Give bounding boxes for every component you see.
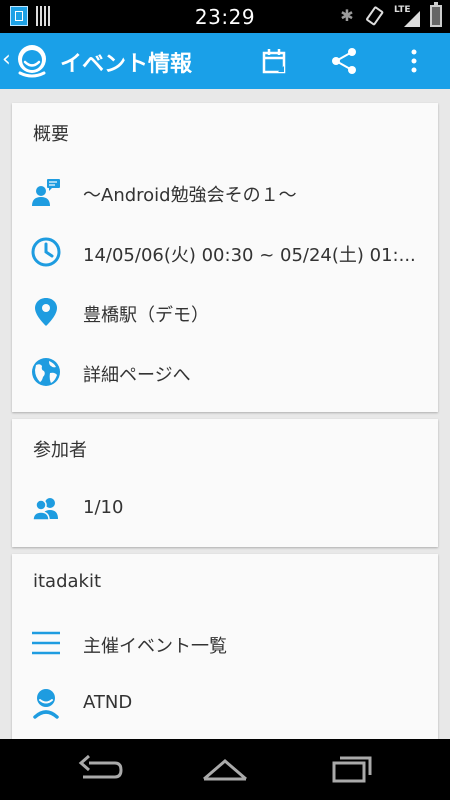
atnd-label: ATND [83, 692, 133, 713]
back-icon[interactable]: ‹ [2, 47, 11, 72]
event-location-row[interactable]: 豊橋駅（デモ） [12, 283, 438, 343]
chat-person-icon [32, 179, 60, 206]
app-logo-icon[interactable] [14, 43, 50, 79]
event-name: ～Android勉強会その１～ [83, 185, 297, 206]
event-datetime-row[interactable]: 14/05/06(火) 00:30 ~ 05/24(土) 01:... [12, 223, 438, 283]
clock-icon [31, 237, 61, 267]
content-scroll[interactable]: 概要 ～Android勉強会その１～ 14/05/06(火) 00:30 ~ 0… [0, 89, 450, 739]
calendar-icon[interactable] [258, 45, 290, 77]
back-nav-icon[interactable] [75, 753, 125, 785]
organizer-events-row[interactable]: 主催イベント一覧 [12, 614, 438, 674]
home-nav-icon[interactable] [200, 753, 250, 785]
rotation-icon [364, 6, 384, 26]
overview-title: 概要 [33, 124, 69, 145]
participants-row[interactable]: 1/10 [12, 479, 438, 539]
participants-title: 参加者 [33, 440, 87, 461]
organizer-title: itadakit [33, 571, 102, 592]
status-bar: 23:29 ✱ LTE [0, 0, 450, 33]
event-detail-link[interactable]: 詳細ページへ [83, 361, 423, 387]
bluetooth-icon: ✱ [340, 6, 354, 25]
event-name-row[interactable]: ～Android勉強会その１～ [12, 163, 438, 223]
event-detail-link-row[interactable]: 詳細ページへ [12, 343, 438, 403]
action-bar: ‹ イベント情報 [0, 33, 450, 89]
event-location: 豊橋駅（デモ） [83, 305, 209, 326]
share-icon[interactable] [328, 45, 360, 77]
participants-count: 1/10 [83, 497, 124, 518]
organizer-card: itadakit 主催イベント一覧 ATND [12, 554, 438, 739]
event-datetime: 14/05/06(火) 00:30 ~ 05/24(土) 01:... [83, 245, 416, 266]
signal-icon: LTE [394, 5, 420, 27]
overflow-menu-icon[interactable] [398, 45, 430, 77]
globe-icon [32, 358, 60, 386]
organizer-events-label: 主催イベント一覧 [83, 636, 227, 657]
participants-card: 参加者 1/10 [12, 419, 438, 547]
navigation-bar [0, 739, 450, 800]
atnd-row[interactable]: ATND [12, 674, 438, 734]
overview-card: 概要 ～Android勉強会その１～ 14/05/06(火) 00:30 ~ 0… [12, 103, 438, 412]
battery-icon [430, 2, 442, 27]
people-icon [32, 498, 58, 521]
recents-nav-icon[interactable] [328, 753, 378, 785]
page-title: イベント情報 [60, 52, 193, 77]
list-icon [32, 631, 60, 655]
location-pin-icon [35, 298, 57, 326]
person-icon [33, 689, 59, 719]
